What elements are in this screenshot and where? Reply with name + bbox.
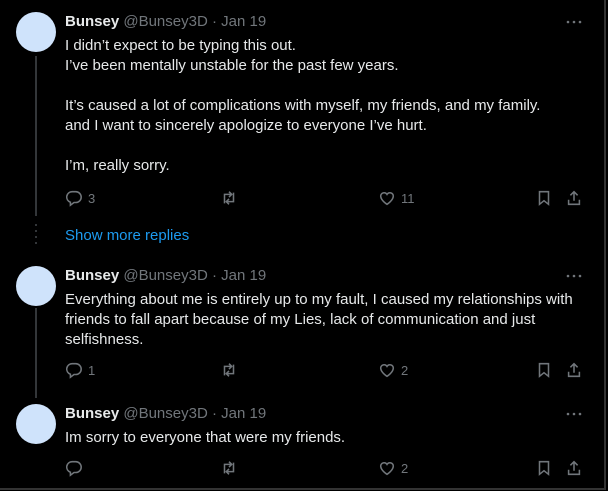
share-button[interactable]: [565, 188, 583, 208]
more-icon: [566, 412, 582, 416]
reply-button[interactable]: 3: [65, 188, 95, 208]
reply-count: 1: [88, 362, 96, 378]
like-icon: [379, 192, 395, 206]
show-more-replies-link[interactable]: Show more replies: [65, 227, 189, 244]
reply-button[interactable]: [65, 458, 88, 478]
thread-gap: [35, 224, 37, 246]
tweet-line: I’m, really sorry.: [65, 157, 170, 174]
display-name[interactable]: Bunsey: [65, 13, 119, 30]
handle[interactable]: @Bunsey3D: [123, 13, 207, 30]
share-icon: [567, 460, 581, 476]
avatar[interactable]: [16, 12, 56, 52]
like-count: 2: [401, 460, 409, 476]
handle[interactable]: @Bunsey3D: [123, 405, 207, 422]
tweet[interactable]: Bunsey @Bunsey3D · Jan 19 Im sorry to ev…: [0, 394, 604, 488]
like-count: 2: [401, 362, 409, 378]
reply-icon: [65, 362, 82, 379]
tweet-text: Im sorry to everyone that were my friend…: [65, 428, 585, 448]
reply-count: 3: [88, 190, 96, 206]
more-button[interactable]: [564, 404, 584, 424]
separator: ·: [211, 405, 217, 422]
retweet-icon: [223, 461, 235, 475]
retweet-button[interactable]: [220, 188, 243, 208]
bookmark-button[interactable]: [535, 188, 553, 208]
avatar[interactable]: [16, 266, 56, 306]
like-icon: [379, 364, 395, 378]
tweet-line: I didn’t expect to be typing this out.: [65, 37, 296, 54]
share-icon: [567, 190, 581, 206]
display-name[interactable]: Bunsey: [65, 267, 119, 284]
like-button[interactable]: 2: [378, 458, 408, 478]
tweet-header: Bunsey @Bunsey3D · Jan 19: [65, 266, 266, 286]
share-button[interactable]: [565, 458, 583, 478]
bookmark-icon: [538, 362, 550, 378]
tweet-line: I’ve been mentally unstable for the past…: [65, 57, 399, 74]
tweet-actions: 1 2: [65, 360, 585, 380]
tweet[interactable]: Bunsey @Bunsey3D · Jan 19 I didn’t expec…: [0, 0, 604, 218]
retweet-icon: [223, 191, 235, 205]
tweet-line: selfishness.: [65, 331, 144, 348]
like-count: 11: [401, 190, 415, 206]
share-icon: [567, 362, 581, 378]
tweet-line: and I want to sincerely apologize to eve…: [65, 117, 427, 134]
retweet-button[interactable]: [220, 360, 243, 380]
tweet-line: It’s caused a lot of complications with …: [65, 97, 541, 114]
like-button[interactable]: 2: [378, 360, 408, 380]
reply-icon: [65, 460, 82, 477]
more-button[interactable]: [564, 266, 584, 286]
bookmark-icon: [538, 190, 550, 206]
tweet-line: Im sorry to everyone that were my friend…: [65, 429, 346, 446]
avatar[interactable]: [16, 404, 56, 444]
like-icon: [379, 462, 395, 476]
timestamp[interactable]: Jan 19: [221, 267, 266, 284]
display-name[interactable]: Bunsey: [65, 405, 119, 422]
tweet-line: friends to fall apart because of my Lies…: [65, 311, 536, 328]
tweet-line-blank: [65, 136, 585, 156]
separator: ·: [211, 267, 217, 284]
reply-button[interactable]: 1: [65, 360, 95, 380]
tweet[interactable]: Bunsey @Bunsey3D · Jan 19 Everything abo…: [0, 256, 604, 394]
tweet-text: I didn’t expect to be typing this out. I…: [65, 36, 585, 176]
tweet-header: Bunsey @Bunsey3D · Jan 19: [65, 12, 266, 32]
reply-icon: [65, 190, 82, 207]
separator: ·: [211, 13, 217, 30]
tweet-text: Everything about me is entirely up to my…: [65, 290, 585, 350]
bookmark-button[interactable]: [535, 458, 553, 478]
tweet-actions: 2: [65, 458, 585, 478]
more-icon: [566, 274, 582, 278]
timestamp[interactable]: Jan 19: [221, 405, 266, 422]
retweet-icon: [223, 363, 235, 377]
tweet-line: Everything about me is entirely up to my…: [65, 291, 573, 308]
bookmark-icon: [538, 460, 550, 476]
retweet-button[interactable]: [220, 458, 243, 478]
more-icon: [566, 20, 582, 24]
share-button[interactable]: [565, 360, 583, 380]
tweet-line-blank: [65, 76, 585, 96]
bookmark-button[interactable]: [535, 360, 553, 380]
more-button[interactable]: [564, 12, 584, 32]
handle[interactable]: @Bunsey3D: [123, 267, 207, 284]
tweet-actions: 3 11: [65, 188, 585, 208]
like-button[interactable]: 11: [378, 188, 415, 208]
tweet-header: Bunsey @Bunsey3D · Jan 19: [65, 404, 266, 424]
timestamp[interactable]: Jan 19: [221, 13, 266, 30]
